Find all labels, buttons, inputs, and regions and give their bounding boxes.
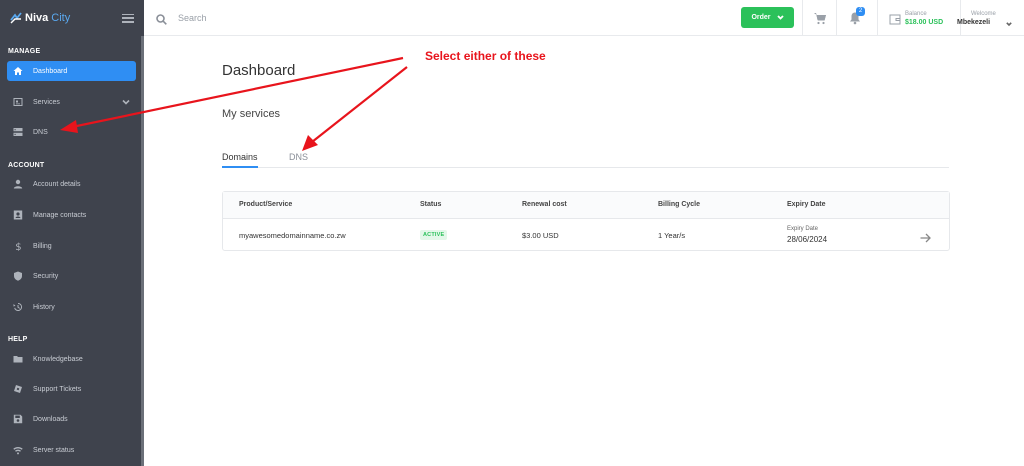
annotation-text: Select either of these <box>425 49 546 63</box>
sidebar-header: Niva City <box>0 0 144 36</box>
dollar-icon: $ <box>13 241 23 251</box>
order-button-label: Order <box>751 14 771 21</box>
user-icon <box>13 179 23 189</box>
notification-badge: 2 <box>856 7 865 16</box>
sidebar-item-label: Billing <box>33 242 52 250</box>
sidebar-item-label: Security <box>33 272 59 280</box>
sidebar-item-label: Knowledgebase <box>33 355 83 363</box>
sidebar-item-label: Server status <box>33 446 75 454</box>
services-icon <box>13 97 23 107</box>
column-header-renewal-cost[interactable]: Renewal cost <box>522 201 567 208</box>
column-header-status[interactable]: Status <box>420 201 441 208</box>
welcome-label: Welcome <box>971 11 996 17</box>
status-badge: ACTIVE <box>420 230 448 240</box>
sidebar-item-label: DNS <box>33 128 48 136</box>
sidebar-item-security[interactable]: Security <box>7 266 136 286</box>
user-name[interactable]: Mbekezeli <box>957 19 990 26</box>
sidebar: Niva City MANAGE Dashboard Services DNS A… <box>0 0 144 466</box>
hamburger-menu-icon[interactable] <box>122 13 134 23</box>
sidebar-item-label: History <box>33 303 55 311</box>
topbar-divider <box>802 0 803 36</box>
sidebar-item-label: Downloads <box>33 415 68 423</box>
sidebar-item-label: Dashboard <box>33 67 68 75</box>
sidebar-section-account: ACCOUNT <box>8 162 45 169</box>
column-header-product[interactable]: Product/Service <box>239 201 292 208</box>
sidebar-item-label: Manage contacts <box>33 211 87 219</box>
column-header-expiry-date[interactable]: Expiry Date <box>787 201 826 208</box>
renewal-cost: $3.00 USD <box>522 231 559 240</box>
section-title: My services <box>222 108 281 120</box>
sidebar-item-label: Support Tickets <box>33 385 82 393</box>
wallet-icon <box>889 12 901 25</box>
chevron-down-icon[interactable] <box>1006 14 1012 27</box>
tab-dns[interactable]: DNS <box>289 152 308 162</box>
billing-cycle: 1 Year/s <box>658 231 686 240</box>
expiry-date-label: Expiry Date <box>787 226 819 232</box>
svg-text:$: $ <box>15 242 21 251</box>
topbar-divider <box>960 0 961 36</box>
sidebar-item-label: Services <box>33 98 60 106</box>
logo-text-part2: City <box>51 12 71 24</box>
wifi-icon <box>13 445 23 455</box>
services-table: Product/Service Status Renewal cost Bill… <box>222 191 950 251</box>
expiry-date-value: 28/06/2024 <box>787 235 828 244</box>
sidebar-item-downloads[interactable]: Downloads <box>7 409 136 429</box>
tab-domains[interactable]: Domains <box>222 152 258 162</box>
sidebar-item-label: Account details <box>33 180 81 188</box>
logo-text-part1: Niva <box>25 12 49 24</box>
sidebar-section-manage: MANAGE <box>8 48 41 55</box>
column-header-billing-cycle[interactable]: Billing Cycle <box>658 201 700 208</box>
sidebar-item-history[interactable]: History <box>7 297 136 317</box>
order-button[interactable]: Order <box>741 7 794 28</box>
search-icon <box>156 12 167 25</box>
search-input[interactable] <box>178 10 378 26</box>
chevron-down-icon <box>776 15 784 20</box>
contacts-icon <box>13 210 23 220</box>
tabs-divider <box>222 167 949 168</box>
sidebar-item-manage-contacts[interactable]: Manage contacts <box>7 205 136 225</box>
sidebar-item-support-tickets[interactable]: Support Tickets <box>7 379 136 399</box>
server-icon <box>13 127 23 137</box>
cart-icon[interactable] <box>813 11 827 25</box>
topbar-divider <box>877 0 878 36</box>
annotation-arrow-to-dns-tab <box>302 66 408 151</box>
sidebar-item-services[interactable]: Services <box>7 92 136 112</box>
ticket-icon <box>13 384 23 394</box>
logo[interactable]: Niva City <box>10 12 70 24</box>
product-name[interactable]: myawesomedomainname.co.zw <box>239 231 346 240</box>
page-title: Dashboard <box>222 62 296 79</box>
sidebar-section-help: HELP <box>8 336 28 343</box>
topbar-divider <box>836 0 837 36</box>
sidebar-item-dashboard[interactable]: Dashboard <box>7 61 136 81</box>
home-icon <box>13 66 23 76</box>
save-icon <box>13 414 23 424</box>
arrow-right-icon[interactable] <box>920 230 931 243</box>
sidebar-item-billing[interactable]: $ Billing <box>7 236 136 256</box>
balance-value: $18.00 USD <box>905 19 944 26</box>
sidebar-item-server-status[interactable]: Server status <box>7 440 136 460</box>
chevron-down-icon[interactable] <box>122 98 130 106</box>
sidebar-item-dns[interactable]: DNS <box>7 122 136 142</box>
shield-icon <box>13 271 23 281</box>
active-tab-indicator <box>222 166 258 168</box>
sidebar-item-account-details[interactable]: Account details <box>7 174 136 194</box>
folder-icon <box>13 354 23 364</box>
topbar: Order 2 Balance $18.00 USD Welcome Mbeke… <box>144 0 1024 36</box>
balance-label: Balance <box>905 11 927 17</box>
sidebar-scrollbar[interactable] <box>141 36 144 466</box>
table-header: Product/Service Status Renewal cost Bill… <box>223 192 949 219</box>
history-icon <box>13 302 23 312</box>
logo-icon <box>10 12 22 24</box>
sidebar-item-knowledgebase[interactable]: Knowledgebase <box>7 349 136 369</box>
